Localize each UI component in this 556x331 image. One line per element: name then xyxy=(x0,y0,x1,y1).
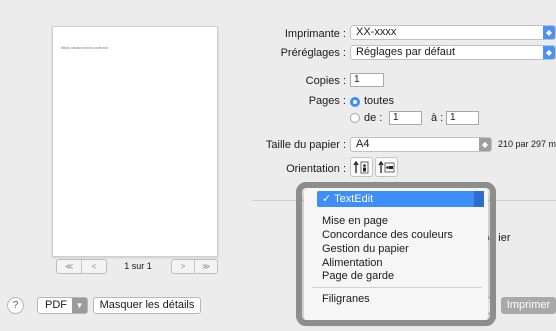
paper-size-label: Taille du papier : xyxy=(265,139,346,151)
help-button[interactable]: ? xyxy=(7,297,24,314)
pdf-menu-button[interactable]: PDF ▼ xyxy=(37,297,88,314)
paper-dimensions: 210 par 297 mm xyxy=(498,139,556,149)
chevron-down-icon: ▼ xyxy=(72,298,87,313)
paper-size-select[interactable]: A4 ◆ xyxy=(350,137,492,152)
landscape-orientation-icon xyxy=(378,160,395,173)
presets-label: Préréglages : xyxy=(280,47,346,59)
copies-label: Copies : xyxy=(305,75,346,87)
printer-value: XX-xxxx xyxy=(356,26,397,38)
orientation-portrait-button[interactable] xyxy=(350,157,373,177)
chevron-updown-icon: ◆ xyxy=(543,46,555,59)
pdf-label: PDF xyxy=(45,299,67,311)
pages-range-label: de : xyxy=(364,112,383,124)
preview-url-text: https://www.xxxxx.com/xxx xyxy=(61,45,109,50)
page-count-label: 1 sur 1 xyxy=(124,261,152,271)
paper-size-value: A4 xyxy=(356,138,370,150)
print-preview-pane: https://www.xxxxx.com/xxx ≪ < 1 sur 1 > … xyxy=(0,0,262,285)
pages-all-label: toutes xyxy=(364,95,394,107)
next-page-controls: > ≫ xyxy=(171,259,218,274)
printer-select[interactable]: XX-xxxx ◆ xyxy=(350,25,556,40)
hide-details-button[interactable]: Masquer les détails xyxy=(93,297,201,314)
printer-label: Imprimante : xyxy=(284,28,346,40)
orientation-landscape-button[interactable] xyxy=(375,157,398,177)
pages-to-input[interactable]: 1 xyxy=(446,111,479,125)
last-page-icon[interactable]: ≫ xyxy=(194,260,217,273)
presets-select[interactable]: Réglages par défaut ◆ xyxy=(350,45,556,60)
portrait-orientation-icon xyxy=(353,160,369,173)
chevron-updown-icon: ◆ xyxy=(479,138,491,151)
pages-range-radio[interactable] xyxy=(350,113,360,123)
copies-input[interactable]: 1 xyxy=(350,73,384,87)
presets-value: Réglages par défaut xyxy=(356,46,456,58)
chevron-updown-icon: ◆ xyxy=(543,26,555,39)
previous-page-icon[interactable]: < xyxy=(81,260,106,273)
orientation-label: Orientation : xyxy=(286,163,346,175)
menu-highlight-frame xyxy=(296,182,496,326)
print-button[interactable]: Imprimer xyxy=(501,297,556,314)
pages-all-radio[interactable] xyxy=(350,97,360,107)
first-page-icon[interactable]: ≪ xyxy=(57,260,81,273)
page-preview-thumbnail: https://www.xxxxx.com/xxx xyxy=(52,26,218,257)
pages-label: Pages : xyxy=(308,95,346,107)
next-page-icon[interactable]: > xyxy=(172,260,194,273)
pages-to-label: à : xyxy=(431,112,444,124)
previous-page-controls: ≪ < xyxy=(56,259,107,274)
pages-from-input[interactable]: 1 xyxy=(389,111,422,125)
